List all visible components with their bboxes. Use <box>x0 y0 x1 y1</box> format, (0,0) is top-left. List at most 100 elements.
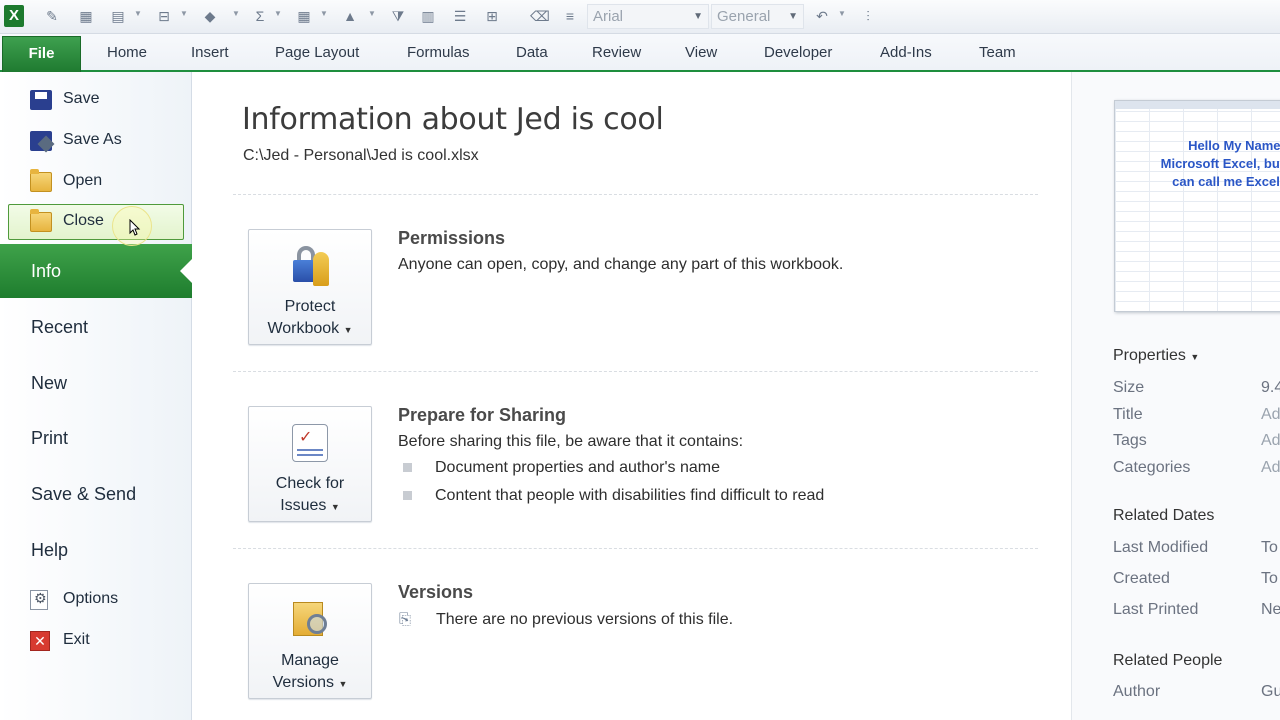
properties-dropdown[interactable]: Properties ▼ <box>1113 347 1199 365</box>
property-value[interactable]: Ad <box>1261 459 1280 477</box>
nav-options-button[interactable]: Options <box>8 582 184 618</box>
format-painter-icon[interactable]: ✎ <box>42 6 62 26</box>
chevron-down-icon: ▼ <box>343 325 353 335</box>
nav-save-as-label: Save As <box>63 131 122 148</box>
ribbon-tabs: File Home Insert Page Layout Formulas Da… <box>0 34 1280 72</box>
chevron-down-icon[interactable]: ▼ <box>788 5 798 28</box>
protect-workbook-label: Protect Workbook ▼ <box>249 296 371 341</box>
nav-close-button[interactable]: Close <box>8 204 184 240</box>
tab-review[interactable]: Review <box>592 44 641 61</box>
font-name-value: Arial <box>593 8 624 25</box>
properties-pane: Hello My Name Is Microsoft Excel, but y … <box>1071 72 1280 720</box>
number-format-combo[interactable]: General ▼ <box>711 4 804 29</box>
versions-text: There are no previous versions of this f… <box>436 611 734 628</box>
versions-label-line2: Versions ▼ <box>249 672 371 695</box>
related-people-heading: Related People <box>1113 652 1223 669</box>
lines-icon[interactable]: ≡ <box>560 6 580 26</box>
nav-info-tab[interactable]: Info <box>0 244 192 298</box>
nav-help-tab[interactable]: Help <box>0 527 192 573</box>
nav-save-send-tab[interactable]: Save & Send <box>0 471 192 517</box>
table-icon[interactable]: ▦ <box>294 6 314 26</box>
people-key: Author <box>1113 683 1161 700</box>
nav-options-label: Options <box>63 590 119 607</box>
quick-access-toolbar: X ✎ ▦ ▤ ▼ ⊟ ▼ ◆ ▼ Σ ▼ ▦ ▼ ▲ ▼ ⧩ ▥ ☰ ⊞ ⌫ … <box>0 0 1280 34</box>
check-for-issues-button[interactable]: Check for Issues ▼ <box>248 406 372 522</box>
property-value[interactable]: Ad <box>1261 432 1280 450</box>
properties-heading: Properties <box>1113 347 1186 364</box>
borders-icon[interactable]: ▤ <box>108 6 128 26</box>
picture-icon[interactable]: ⊞ <box>482 6 502 26</box>
eraser-icon[interactable]: ⌫ <box>530 6 550 26</box>
related-dates-heading: Related Dates <box>1113 507 1215 524</box>
merge-icon[interactable]: ⊟ <box>154 6 174 26</box>
selected-notch-icon <box>180 259 192 283</box>
tab-developer[interactable]: Developer <box>764 44 832 61</box>
autosum-dropdown-icon[interactable]: ▼ <box>274 10 282 18</box>
autosum-icon[interactable]: Σ <box>250 6 270 26</box>
merge-dropdown-icon[interactable]: ▼ <box>180 10 188 18</box>
chevron-down-icon: ▼ <box>330 502 340 512</box>
tab-add-ins[interactable]: Add-Ins <box>880 44 932 61</box>
align-icon[interactable]: ☰ <box>450 6 470 26</box>
undo-icon[interactable]: ↶ <box>812 6 832 26</box>
tab-insert[interactable]: Insert <box>191 44 229 61</box>
property-value[interactable]: Ad <box>1261 406 1280 424</box>
nav-print-tab[interactable]: Print <box>0 415 192 461</box>
nav-save-as-button[interactable]: Save As <box>8 123 184 159</box>
page-title: Information about Jed is cool <box>242 102 664 137</box>
excel-logo-icon: X <box>4 5 24 27</box>
folder-open-icon <box>30 169 52 192</box>
nav-exit-button[interactable]: ✕ Exit <box>8 623 184 659</box>
font-name-combo[interactable]: Arial ▼ <box>587 4 709 29</box>
people-value: Gu <box>1261 683 1280 700</box>
tab-home[interactable]: Home <box>107 44 147 61</box>
tab-team[interactable]: Team <box>979 44 1016 61</box>
table-dropdown-icon[interactable]: ▼ <box>320 10 328 18</box>
exit-icon: ✕ <box>30 631 50 651</box>
tab-page-layout[interactable]: Page Layout <box>275 44 359 61</box>
nav-exit-label: Exit <box>63 631 90 648</box>
filter-icon[interactable]: ⧩ <box>388 6 408 26</box>
tab-view[interactable]: View <box>685 44 717 61</box>
versions-heading: Versions <box>398 582 474 602</box>
file-path: C:\Jed - Personal\Jed is cool.xlsx <box>243 147 479 164</box>
tab-file[interactable]: File <box>2 36 81 72</box>
nav-save-button[interactable]: Save <box>8 82 184 118</box>
property-key: Tags <box>1113 432 1147 449</box>
nav-open-button[interactable]: Open <box>8 164 184 200</box>
divider <box>233 548 1038 549</box>
protect-label-text: Workbook <box>267 320 340 337</box>
check-label-line2: Issues ▼ <box>249 495 371 518</box>
nav-open-label: Open <box>63 172 103 189</box>
nav-info-label: Info <box>31 261 62 281</box>
undo-dropdown-icon[interactable]: ▼ <box>838 10 846 18</box>
manage-versions-button[interactable]: Manage Versions ▼ <box>248 583 372 699</box>
tab-formulas[interactable]: Formulas <box>407 44 470 61</box>
options-icon <box>30 590 48 610</box>
chevron-down-icon[interactable]: ▼ <box>693 5 703 28</box>
tab-data[interactable]: Data <box>516 44 548 61</box>
chevron-down-icon: ▼ <box>338 679 348 689</box>
save-as-icon <box>30 131 52 151</box>
customize-qat-icon[interactable]: ⫶ <box>858 6 878 26</box>
protect-workbook-button[interactable]: Protect Workbook ▼ <box>248 229 372 345</box>
form-icon[interactable]: ▦ <box>76 6 96 26</box>
borders-dropdown-icon[interactable]: ▼ <box>134 10 142 18</box>
nav-recent-tab[interactable]: Recent <box>0 304 192 350</box>
property-key: Size <box>1113 379 1145 396</box>
sort-icon[interactable]: ▲ <box>340 6 360 26</box>
versions-icon <box>287 596 333 642</box>
fill-dropdown-icon[interactable]: ▼ <box>232 10 240 18</box>
sharing-heading: Prepare for Sharing <box>398 405 567 425</box>
sort-dropdown-icon[interactable]: ▼ <box>368 10 376 18</box>
backstage-nav: Save Save As Open Close Info Recent New … <box>0 72 192 720</box>
mouse-pointer-icon <box>129 219 141 236</box>
fill-color-icon[interactable]: ◆ <box>200 6 220 26</box>
check-label-text: Issues <box>280 497 327 514</box>
columns-icon[interactable]: ▥ <box>418 6 438 26</box>
thumbnail-text: Microsoft Excel, but y <box>1160 156 1280 171</box>
divider <box>233 194 1038 195</box>
check-for-issues-label: Check for Issues ▼ <box>249 473 371 518</box>
nav-new-tab[interactable]: New <box>0 360 192 406</box>
protect-label-line2: Workbook ▼ <box>249 318 371 341</box>
